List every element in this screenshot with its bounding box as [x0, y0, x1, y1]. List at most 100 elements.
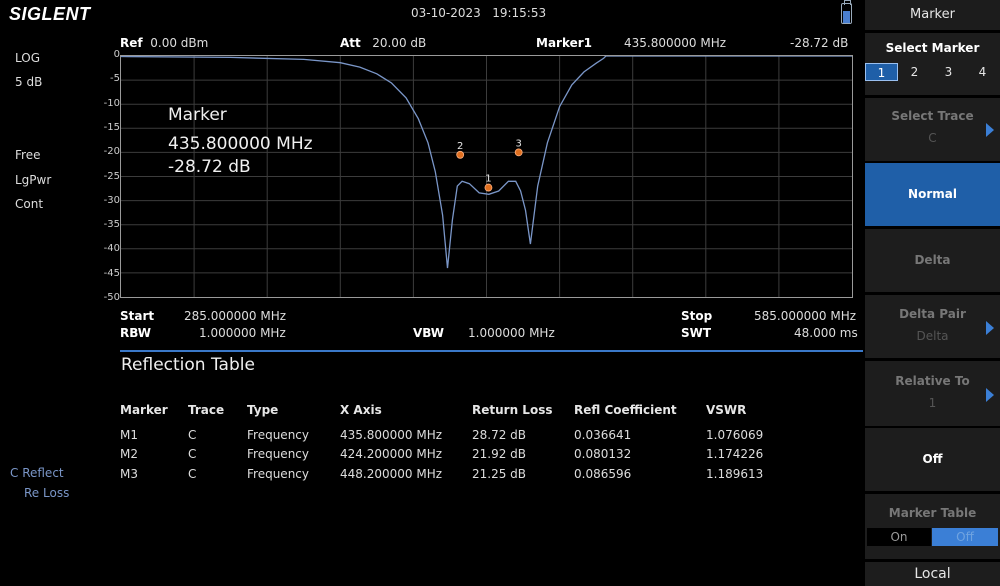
y-tick-label: -30	[103, 194, 120, 206]
delta-pair-value: Delta	[916, 329, 949, 343]
local-button[interactable]: Local	[865, 562, 1000, 586]
cell-vswr: 1.174226	[706, 447, 764, 461]
marker-option-3[interactable]: 3	[932, 63, 965, 81]
marker-point-2	[456, 150, 465, 159]
col-return-loss: Return Loss	[472, 403, 553, 417]
start-label: Start	[120, 309, 155, 323]
usb-icon	[841, 0, 852, 24]
col-refl-coefficient: Refl Coefficient	[574, 403, 677, 417]
marker-option-2[interactable]: 2	[898, 63, 931, 81]
delta-button[interactable]: Delta	[865, 228, 1000, 292]
cell-type: Frequency	[247, 428, 309, 442]
softkey-panel: Marker Select Marker 1 2 3 4 Select Trac…	[865, 0, 1000, 586]
stop-value: 585.000000 MHz	[754, 309, 857, 323]
cell-x-axis: 424.200000 MHz	[340, 447, 443, 461]
date: 03-10-2023	[411, 6, 481, 20]
y-tick-label: -15	[103, 121, 120, 133]
cell-marker: M1	[120, 428, 138, 442]
swt-label: SWT	[681, 326, 712, 340]
y-tick-label: -50	[103, 292, 120, 303]
y-tick-label: -20	[103, 146, 120, 158]
marker-label-1: 1	[485, 174, 491, 185]
col-type: Type	[247, 403, 279, 417]
y-tick-label: -10	[103, 97, 120, 109]
rbw-value: 1.000000 MHz	[199, 326, 286, 340]
readout-title: Marker	[168, 105, 227, 125]
brand-logo: SIGLENT	[9, 4, 91, 24]
panel-title: Marker	[865, 0, 1000, 30]
cell-trace: C	[188, 467, 197, 481]
cell-marker: M2	[120, 447, 138, 461]
select-trace-label: Select Trace	[891, 109, 974, 123]
table-title: Reflection Table	[121, 355, 255, 375]
scale-type: LOG	[15, 51, 41, 65]
readout-freq: 435.800000 MHz	[168, 134, 313, 154]
y-tick-label: -25	[103, 170, 120, 182]
marker-table-button[interactable]: Marker Table	[865, 493, 1000, 559]
chevron-right-icon	[986, 388, 994, 402]
delta-pair-button[interactable]: Delta Pair Delta	[865, 294, 1000, 358]
off-button[interactable]: Off	[865, 427, 1000, 491]
y-tick-label: -40	[103, 243, 120, 255]
ref-level: Ref 0.00 dBm	[120, 36, 209, 50]
chevron-right-icon	[986, 123, 994, 137]
sweep-mode: Cont	[15, 197, 44, 211]
col-trace: Trace	[188, 403, 225, 417]
select-trace-button[interactable]: Select Trace C	[865, 97, 1000, 161]
marker-label-3: 3	[515, 138, 521, 149]
marker-table-label: Marker Table	[888, 506, 977, 520]
y-tick-label: 0	[113, 49, 120, 60]
cell-type: Frequency	[247, 467, 309, 481]
marker-option-4[interactable]: 4	[966, 63, 999, 81]
swt-value: 48.000 ms	[794, 326, 858, 340]
chevron-right-icon	[986, 321, 994, 335]
cell-trace: C	[188, 428, 197, 442]
start-value: 285.000000 MHz	[184, 309, 287, 323]
stop-label: Stop	[681, 309, 713, 323]
marker-table-off-toggle[interactable]: Off	[932, 528, 998, 546]
cell-refl-coefficient: 0.036641	[574, 428, 632, 442]
marker-point-3	[514, 148, 523, 157]
active-marker-freq: 435.800000 MHz	[624, 36, 727, 50]
time: 19:15:53	[492, 6, 547, 20]
detector-mode: LgPwr	[15, 173, 52, 187]
relative-to-label: Relative To	[895, 374, 970, 388]
marker-point-1	[484, 183, 493, 192]
active-marker-label: Marker1	[536, 36, 593, 50]
col-x-axis: X Axis	[340, 403, 382, 417]
rbw-label: RBW	[120, 326, 151, 340]
marker-label-2: 2	[457, 141, 463, 152]
cell-type: Frequency	[247, 447, 309, 461]
attenuation: Att 20.00 dB	[340, 36, 427, 50]
col-vswr: VSWR	[706, 403, 747, 417]
cell-x-axis: 435.800000 MHz	[340, 428, 443, 442]
cell-return-loss: 28.72 dB	[472, 428, 527, 442]
normal-button[interactable]: Normal	[865, 162, 1000, 226]
vbw-label: VBW	[413, 326, 445, 340]
scale-div: 5 dB	[15, 75, 43, 89]
readout-value: -28.72 dB	[168, 157, 251, 177]
trace-legend-type: C Reflect	[10, 466, 64, 480]
status-bar: SIGLENT 03-10-2023 19:15:53	[0, 0, 865, 28]
cell-marker: M3	[120, 467, 138, 481]
relative-to-value: 1	[928, 396, 937, 410]
marker-table-on-toggle[interactable]: On	[867, 528, 931, 546]
trigger-mode: Free	[15, 148, 41, 162]
off-label: Off	[922, 452, 943, 466]
cell-return-loss: 21.92 dB	[472, 447, 527, 461]
normal-label: Normal	[908, 187, 957, 201]
active-marker-value: -28.72 dB	[790, 36, 849, 50]
select-marker-label: Select Marker	[885, 41, 980, 55]
cell-x-axis: 448.200000 MHz	[340, 467, 443, 481]
vbw-value: 1.000000 MHz	[468, 326, 555, 340]
cell-refl-coefficient: 0.080132	[574, 447, 632, 461]
y-tick-label: -35	[103, 219, 120, 231]
cell-vswr: 1.189613	[706, 467, 764, 481]
cell-return-loss: 21.25 dB	[472, 467, 527, 481]
col-marker: Marker	[120, 403, 168, 417]
relative-to-button[interactable]: Relative To 1	[865, 360, 1000, 426]
marker-option-1[interactable]: 1	[865, 63, 898, 81]
table-divider	[120, 350, 863, 352]
cell-refl-coefficient: 0.086596	[574, 467, 632, 481]
cell-trace: C	[188, 447, 197, 461]
